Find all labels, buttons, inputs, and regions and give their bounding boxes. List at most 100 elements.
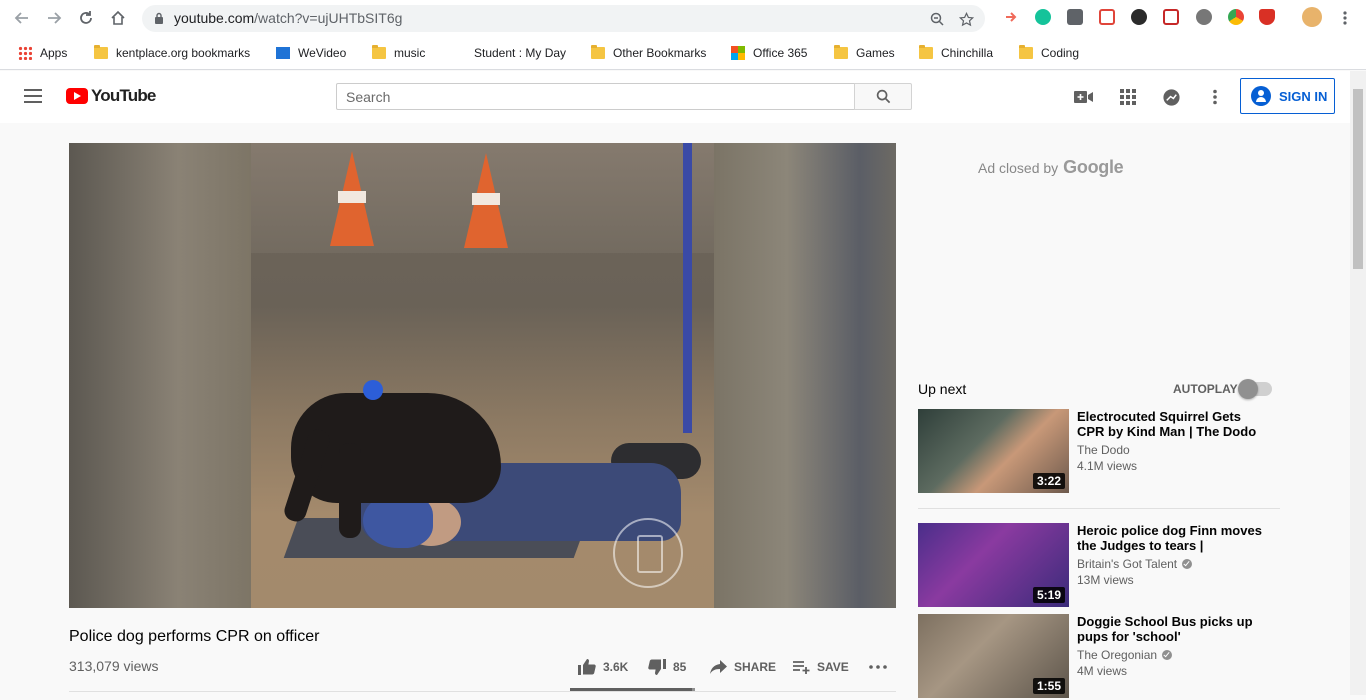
search-input[interactable]: [337, 84, 854, 109]
bookmark-coding[interactable]: Coding: [1019, 44, 1079, 62]
like-count: 3.6K: [603, 660, 629, 674]
recommendation-channel[interactable]: The Dodo: [1077, 443, 1130, 457]
police-seal-watermark: [613, 518, 683, 588]
bookmark-label: music: [394, 46, 426, 60]
browser-toolbar: youtube.com/watch?v=ujUHTbSIT6g: [0, 0, 1366, 36]
recommendation-channel[interactable]: Britain's Got Talent: [1077, 557, 1193, 571]
channel-name: The Dodo: [1077, 443, 1130, 457]
grammarly-icon[interactable]: [1035, 9, 1051, 25]
shield-extension-icon[interactable]: [1259, 9, 1275, 25]
bookmark-label: kentplace.org bookmarks: [116, 46, 251, 60]
logo-text: YouTube: [91, 86, 156, 105]
bookmark-games[interactable]: Games: [834, 44, 895, 62]
video-thumbnail[interactable]: 5:19: [918, 523, 1069, 607]
thumbs-down-icon: [648, 659, 666, 675]
search-icon: [876, 89, 890, 104]
folder-icon: [919, 45, 933, 59]
back-arrow-icon[interactable]: [12, 8, 32, 28]
extension-penguin-icon[interactable]: [1131, 9, 1147, 25]
recommendation-title[interactable]: Heroic police dog Finn moves the Judges …: [1077, 523, 1272, 553]
extension-lp-icon[interactable]: [1196, 9, 1212, 25]
verified-check-icon: [1162, 650, 1173, 660]
recommendation-item[interactable]: 1:55 Doggie School Bus picks up pups for…: [918, 614, 1280, 700]
recommendation-title[interactable]: Electrocuted Squirrel Gets CPR by Kind M…: [1077, 409, 1272, 439]
autoplay-toggle[interactable]: [1238, 379, 1272, 399]
extension-arrow-icon[interactable]: [1003, 9, 1019, 25]
zoom-icon[interactable]: [928, 10, 946, 28]
share-arrow-icon: [710, 660, 727, 674]
bookmark-label: Student : My Day: [474, 46, 567, 60]
video-duration: 1:55: [1032, 678, 1065, 694]
bookmark-chinchilla[interactable]: Chinchilla: [919, 44, 993, 62]
bookmark-label: Games: [856, 46, 895, 60]
thumbs-up-icon: [578, 659, 596, 675]
url-text: youtube.com/watch?v=ujUHTbSIT6g: [174, 10, 403, 26]
share-button[interactable]: SHARE: [710, 657, 776, 677]
bookmark-label: Coding: [1041, 46, 1080, 60]
chrome-menu-icon[interactable]: [1335, 8, 1355, 28]
bookmark-apps[interactable]: Apps: [18, 44, 67, 62]
channel-name: Britain's Got Talent: [1077, 557, 1178, 571]
office-icon: [731, 46, 745, 60]
info-divider: [69, 691, 896, 692]
forward-arrow-icon[interactable]: [44, 8, 64, 28]
extension-screenshot-icon[interactable]: [1163, 9, 1179, 25]
apps-icon[interactable]: [1118, 87, 1138, 107]
guide-menu-icon[interactable]: [24, 89, 42, 103]
bookmark-office365[interactable]: Office 365: [731, 44, 807, 62]
home-icon[interactable]: [108, 8, 128, 28]
create-video-icon[interactable]: [1074, 87, 1094, 107]
more-actions-button[interactable]: [869, 657, 887, 677]
folder-icon: [834, 45, 848, 59]
video-thumbnail[interactable]: 3:22: [918, 409, 1069, 493]
chrome-extension-icon[interactable]: [1228, 9, 1244, 25]
apps-grid-icon: [18, 46, 32, 60]
screen-record-icon[interactable]: [1099, 9, 1115, 25]
lock-icon: [155, 12, 163, 24]
bookmark-label: Chinchilla: [941, 46, 994, 60]
bookmark-music[interactable]: music: [372, 44, 425, 62]
bookmark-student-my-day[interactable]: Student : My Day: [474, 44, 566, 62]
traffic-cone-shape: [464, 153, 508, 248]
bookmark-star-icon[interactable]: [957, 10, 975, 28]
autoplay-toggle-knob[interactable]: [1238, 379, 1258, 399]
like-button[interactable]: 3.6K: [578, 657, 628, 677]
reload-icon[interactable]: [76, 8, 96, 28]
save-label: SAVE: [817, 660, 849, 674]
sign-in-button[interactable]: SIGN IN: [1240, 78, 1335, 114]
recommendation-item[interactable]: 3:22 Electrocuted Squirrel Gets CPR by K…: [918, 409, 1280, 495]
bookmark-kentplace[interactable]: kentplace.org bookmarks: [94, 44, 250, 62]
video-player[interactable]: [69, 143, 896, 608]
view-count: 313,079 views: [69, 658, 159, 674]
settings-more-icon[interactable]: [1205, 87, 1225, 107]
extension-play-icon[interactable]: [1067, 9, 1083, 25]
recommendation-views: 13M views: [1077, 573, 1134, 587]
address-bar[interactable]: youtube.com/watch?v=ujUHTbSIT6g: [142, 5, 985, 32]
folder-icon: [372, 45, 386, 59]
video-duration: 3:22: [1032, 473, 1065, 489]
recommendation-title[interactable]: Doggie School Bus picks up pups for 'sch…: [1077, 614, 1272, 644]
youtube-play-icon: [66, 88, 88, 104]
folder-icon: [591, 45, 605, 59]
messages-icon[interactable]: [1161, 87, 1181, 107]
video-thumbnail[interactable]: 1:55: [918, 614, 1069, 698]
bookmark-other[interactable]: Other Bookmarks: [591, 44, 706, 62]
page-scrollbar[interactable]: [1350, 71, 1366, 695]
up-next-heading: Up next: [918, 381, 967, 397]
dislike-button[interactable]: 85: [648, 657, 686, 677]
recommendation-views: 4.1M views: [1077, 459, 1138, 473]
pole-shape: [683, 143, 692, 433]
folder-icon: [1019, 45, 1033, 59]
channel-name: The Oregonian: [1077, 648, 1158, 662]
account-circle-icon: [1251, 86, 1271, 106]
save-button[interactable]: SAVE: [793, 657, 849, 677]
ad-closed-text: Ad closed by: [978, 160, 1059, 176]
recommendation-item[interactable]: 5:19 Heroic police dog Finn moves the Ju…: [918, 523, 1280, 609]
video-duration: 5:19: [1032, 587, 1065, 603]
youtube-logo[interactable]: YouTube: [66, 86, 156, 106]
bookmark-wevideo[interactable]: WeVideo: [276, 44, 346, 62]
scrollbar-thumb[interactable]: [1353, 89, 1363, 269]
profile-avatar-icon[interactable]: [1302, 7, 1322, 27]
recommendation-channel[interactable]: The Oregonian: [1077, 648, 1173, 662]
search-button[interactable]: [854, 83, 912, 110]
